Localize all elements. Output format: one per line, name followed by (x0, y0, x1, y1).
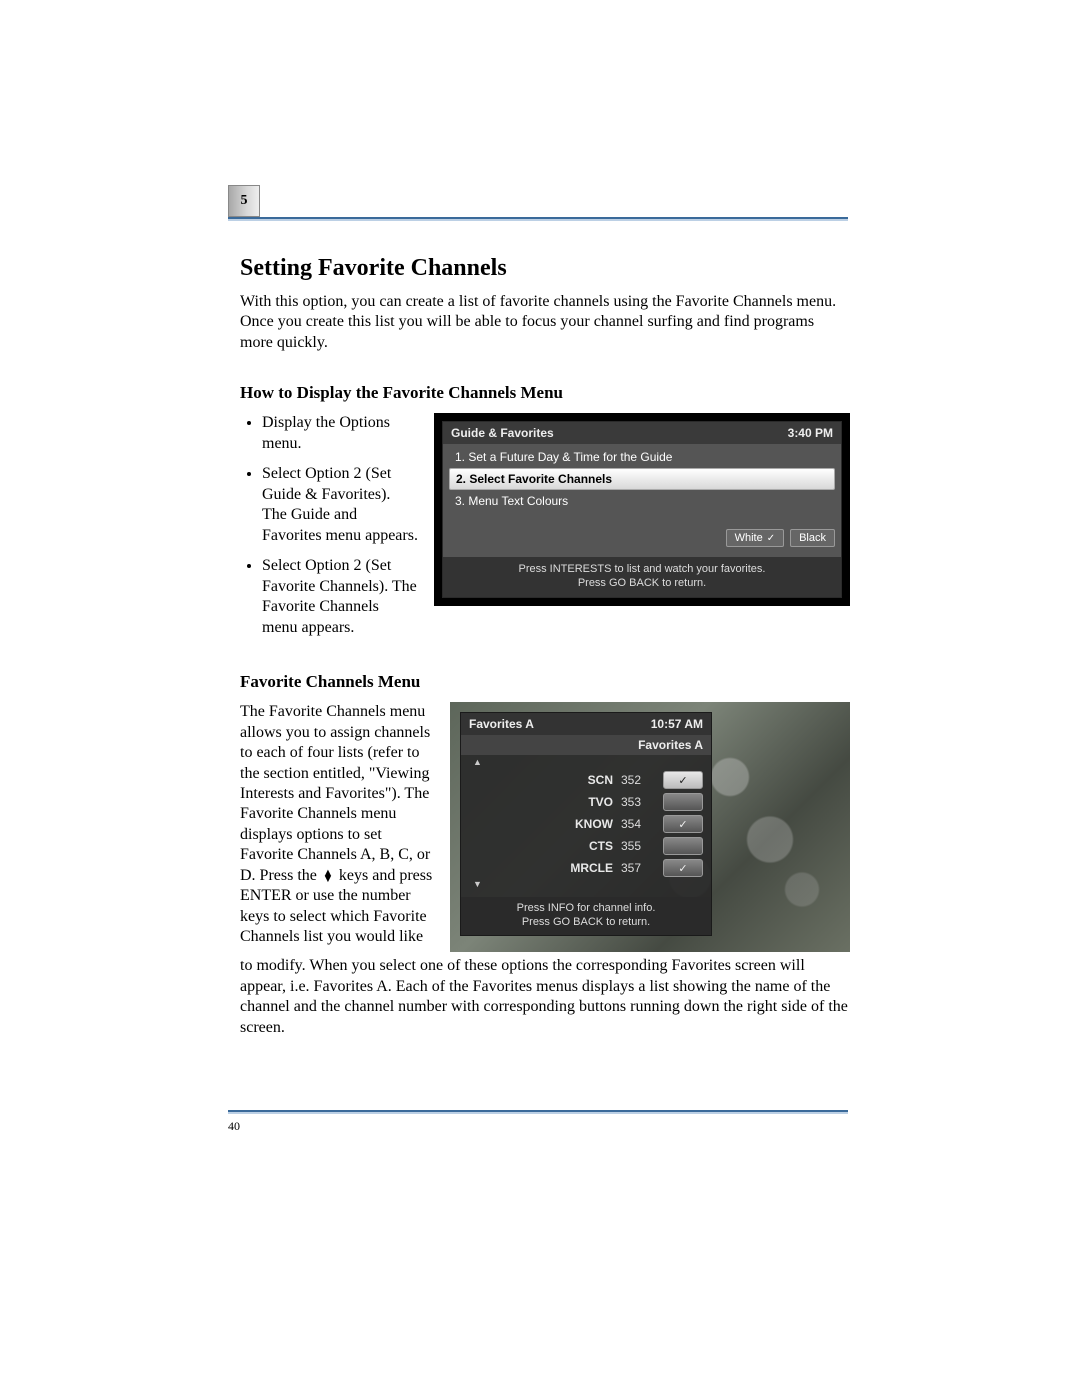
bottom-divider (228, 1110, 848, 1112)
favorite-toggle[interactable]: ✓ (663, 771, 703, 789)
manual-page: 5 Setting Favorite Channels With this op… (240, 185, 850, 1054)
guide-menu-item-selected[interactable]: 2. Select Favorite Channels (449, 468, 835, 490)
channel-row: CTS 355 (469, 835, 703, 857)
guide-menu-time: 3:40 PM (788, 426, 833, 440)
section-heading-display-menu: How to Display the Favorite Channels Men… (240, 383, 850, 403)
up-down-keys-icon: ▲▼ (321, 870, 335, 882)
favorite-toggle[interactable] (663, 793, 703, 811)
chapter-tab: 5 (228, 185, 260, 217)
scroll-down-icon[interactable]: ▼ (469, 879, 703, 891)
favorites-panel-footer: Press INFO for channel info. Press GO BA… (461, 897, 711, 935)
section1-row: Display the Options menu. Select Option … (240, 413, 850, 648)
favorite-toggle[interactable]: ✓ (663, 815, 703, 833)
section-heading-favorite-menu: Favorite Channels Menu (240, 672, 850, 692)
favorites-channel-list: ▲ SCN 352 ✓ TVO 353 KNOW (461, 755, 711, 897)
favorites-a-figure: Favorites A 10:57 AM Favorites A ▲ SCN 3… (450, 702, 850, 952)
guide-menu-list: 1. Set a Future Day & Time for the Guide… (443, 444, 841, 557)
intro-paragraph: With this option, you can create a list … (240, 292, 850, 353)
display-steps-list: Display the Options menu. Select Option … (240, 413, 418, 648)
menu-text-colours-row: White ✓ Black (449, 529, 835, 547)
step-item: Display the Options menu. (262, 413, 418, 454)
guide-menu-title: Guide & Favorites (451, 426, 554, 440)
step-item: Select Option 2 (Set Guide & Favorites).… (262, 464, 418, 546)
channel-row: SCN 352 ✓ (469, 769, 703, 791)
colour-option-white[interactable]: White ✓ (726, 529, 785, 547)
guide-menu-item[interactable]: 3. Menu Text Colours (449, 491, 835, 511)
favorites-panel-title: Favorites A (469, 717, 534, 731)
favorite-toggle[interactable]: ✓ (663, 859, 703, 877)
channel-row: KNOW 354 ✓ (469, 813, 703, 835)
guide-favorites-figure: Guide & Favorites 3:40 PM 1. Set a Futur… (434, 413, 850, 606)
page-title: Setting Favorite Channels (240, 255, 850, 282)
favorites-subheading: Favorites A (461, 735, 711, 755)
favorite-toggle[interactable] (663, 837, 703, 855)
step-item: Select Option 2 (Set Favorite Channels).… (262, 556, 418, 638)
section2-row: The Favorite Channels menu allows you to… (240, 702, 850, 952)
favorites-description-continued: to modify. When you select one of these … (240, 956, 850, 1038)
channel-row: TVO 353 (469, 791, 703, 813)
guide-menu-footer: Press INTERESTS to list and watch your f… (443, 557, 841, 597)
favorites-panel-time: 10:57 AM (651, 717, 703, 731)
top-divider (228, 217, 848, 219)
page-number: 40 (228, 1119, 240, 1134)
guide-menu-item[interactable]: 1. Set a Future Day & Time for the Guide (449, 447, 835, 467)
scroll-up-icon[interactable]: ▲ (469, 757, 703, 769)
chapter-number: 5 (241, 193, 248, 209)
colour-option-black[interactable]: Black (790, 529, 835, 547)
check-icon: ✓ (767, 533, 775, 544)
favorites-description: The Favorite Channels menu allows you to… (240, 702, 434, 948)
channel-row: MRCLE 357 ✓ (469, 857, 703, 879)
